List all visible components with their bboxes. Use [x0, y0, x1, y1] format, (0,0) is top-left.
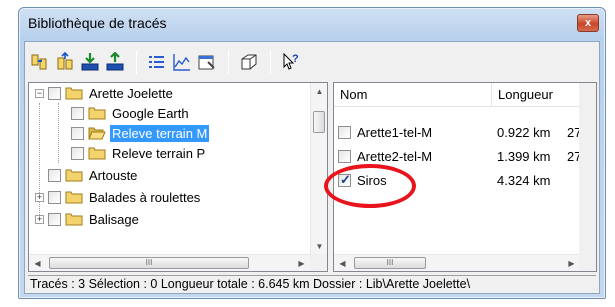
expand-toggle[interactable]: +: [35, 214, 44, 224]
list-vertical-gutter: [579, 83, 596, 255]
highlight-circle: [324, 164, 416, 208]
list-item[interactable]: Arette1-tel-M 0.922 km 27: [338, 121, 587, 143]
context-help-icon: ?: [283, 52, 299, 70]
scroll-corner: [579, 254, 596, 271]
tree-item-releve-terrain-m[interactable]: Releve terrain M: [71, 123, 210, 143]
copy-tracks-button[interactable]: [28, 50, 52, 74]
folder-icon: [65, 168, 83, 182]
tree-checkbox[interactable]: [48, 86, 61, 100]
client-area: ? − Arette Joelette Google Earth Releve …: [24, 41, 600, 294]
window-title: Bibliothèque de tracés: [28, 15, 167, 31]
tree-item-releve-terrain-p[interactable]: Releve terrain P: [71, 143, 207, 163]
tree-checkbox[interactable]: [71, 126, 84, 140]
scroll-thumb[interactable]: [313, 111, 325, 133]
tree-checkbox[interactable]: [48, 168, 61, 182]
scroll-corner: [310, 254, 327, 271]
tree-item-balisage[interactable]: + Balisage: [35, 209, 141, 229]
tree-item-label: Releve terrain P: [112, 145, 206, 161]
3d-view-icon: [241, 54, 257, 70]
new-folder-icon: [57, 52, 73, 70]
tree-checkbox[interactable]: [48, 190, 61, 204]
folder-icon: [65, 212, 83, 226]
toolbar-separator: [270, 50, 271, 74]
profile-chart-icon: [173, 54, 190, 71]
import-icon: [81, 53, 99, 71]
tree-item-google-earth[interactable]: Google Earth: [71, 103, 191, 123]
properties-icon: [198, 55, 215, 70]
3d-view-button[interactable]: [237, 50, 261, 74]
new-folder-button[interactable]: [53, 50, 77, 74]
list-view-button[interactable]: [145, 50, 169, 74]
tree-item-label: Releve terrain M: [110, 124, 210, 142]
tree-item-label: Artouste: [89, 167, 138, 183]
status-bar: Tracés : 3 Sélection : 0 Longueur totale…: [28, 275, 596, 292]
scroll-left-arrow-icon[interactable]: ◀: [334, 255, 351, 272]
open-folder-icon: [88, 126, 106, 140]
track-length: 0.922 km: [497, 124, 551, 140]
list-horizontal-scrollbar[interactable]: ◀ III ▶: [334, 254, 580, 271]
tree-item-balades[interactable]: + Balades à roulettes: [35, 187, 202, 207]
scroll-down-arrow-icon[interactable]: ▼: [311, 238, 328, 255]
tree-item-artouste[interactable]: Artouste: [48, 165, 139, 185]
track-checkbox[interactable]: [338, 125, 351, 139]
scroll-left-arrow-icon[interactable]: ◀: [29, 255, 46, 272]
folder-icon: [88, 146, 106, 160]
close-button[interactable]: x: [577, 14, 599, 32]
profile-chart-button[interactable]: [170, 50, 194, 74]
svg-text:?: ?: [292, 53, 299, 65]
tree-vertical-scrollbar[interactable]: ▲ ▼: [310, 83, 327, 255]
tree-horizontal-scrollbar[interactable]: ◀ III ▶: [29, 254, 310, 271]
export-button[interactable]: [103, 50, 127, 74]
tree-item-label: Balisage: [89, 211, 139, 227]
track-checkbox[interactable]: [338, 149, 351, 163]
tree-guide-line: [58, 103, 59, 163]
list-header: Nom Longueur: [334, 83, 582, 107]
column-header-name[interactable]: Nom: [334, 83, 492, 107]
export-icon: [106, 52, 124, 71]
tree-checkbox[interactable]: [48, 212, 61, 226]
scroll-thumb[interactable]: III: [49, 257, 249, 269]
folder-tree[interactable]: − Arette Joelette Google Earth Releve te…: [28, 82, 328, 272]
folder-icon: [88, 106, 106, 120]
track-length: 4.324 km: [497, 172, 551, 188]
properties-button[interactable]: [195, 50, 219, 74]
track-name: Arette1-tel-M: [357, 124, 433, 140]
tree-item-label: Balades à roulettes: [89, 189, 201, 205]
tree-checkbox[interactable]: [71, 146, 84, 160]
scroll-thumb[interactable]: III: [354, 257, 426, 269]
list-view-icon: [149, 56, 164, 68]
track-name: Arette2-tel-M: [357, 148, 433, 164]
tree-item-label: Google Earth: [112, 105, 189, 121]
track-length: 1.399 km: [497, 148, 551, 164]
title-bar[interactable]: Bibliothèque de tracés x: [19, 8, 605, 40]
folder-icon: [65, 86, 83, 100]
tree-item-label: Arette Joelette: [89, 85, 173, 101]
scroll-up-arrow-icon[interactable]: ▲: [311, 83, 328, 100]
context-help-button[interactable]: ?: [279, 50, 303, 74]
folder-icon: [65, 190, 83, 204]
library-window: Bibliothèque de tracés x ? − Arette Joel…: [18, 7, 606, 299]
expand-toggle[interactable]: +: [35, 192, 44, 202]
column-header-length[interactable]: Longueur: [492, 83, 582, 107]
copy-tracks-icon: [31, 54, 47, 70]
scroll-right-arrow-icon[interactable]: ▶: [293, 255, 310, 272]
tree-item-arette-joelette[interactable]: − Arette Joelette: [35, 83, 175, 103]
tree-checkbox[interactable]: [71, 106, 84, 120]
import-button[interactable]: [78, 50, 102, 74]
toolbar-separator: [136, 50, 137, 74]
collapse-toggle[interactable]: −: [35, 88, 44, 98]
toolbar-separator: [228, 50, 229, 74]
toolbar: ?: [28, 45, 596, 79]
scroll-right-arrow-icon[interactable]: ▶: [563, 255, 580, 272]
